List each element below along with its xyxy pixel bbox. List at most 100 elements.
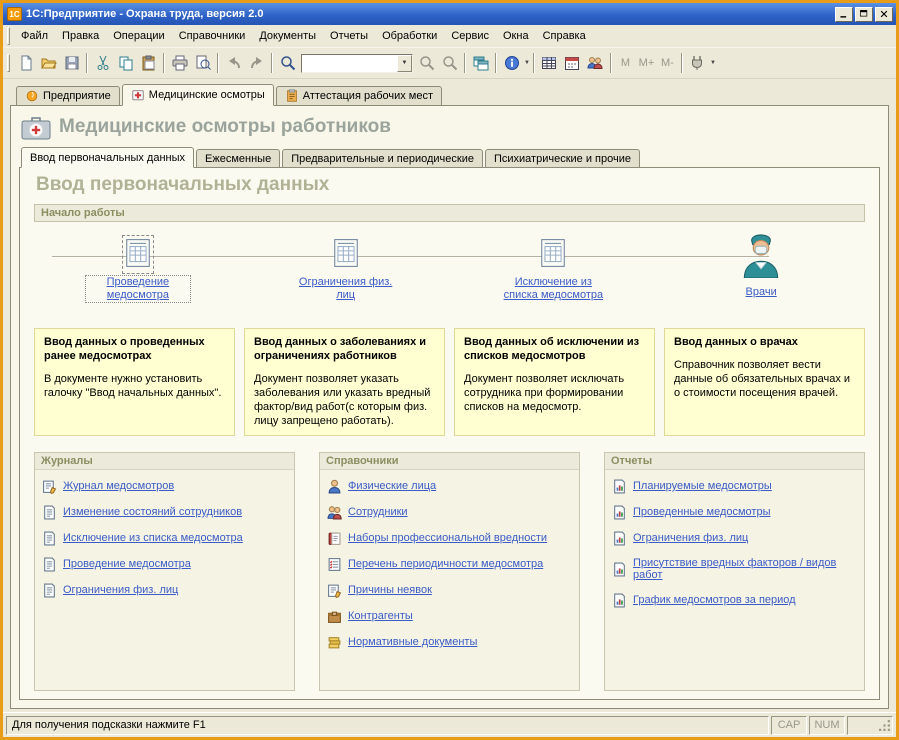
reference-link[interactable]: Сотрудники — [348, 506, 408, 519]
main-tabs: Предприятие Медицинские осмотры Аттестац… — [10, 84, 889, 106]
flow-link-restrictions[interactable]: Ограничения физ. лиц — [294, 276, 398, 302]
doctor-icon[interactable] — [740, 230, 782, 281]
reports-header: Отчеты — [605, 452, 864, 470]
subtab-per-shift[interactable]: Ежесменные — [196, 149, 281, 167]
menu-service[interactable]: Сервис — [444, 27, 496, 45]
list-item: Ограничения физ. лиц — [42, 583, 287, 598]
person-icon — [327, 479, 342, 494]
menubar: Файл Правка Операции Справочники Докумен… — [3, 25, 896, 48]
tip-dropdown-arrow[interactable]: ▼ — [710, 60, 716, 66]
list-item: Перечень периодичности медосмотра — [327, 557, 572, 572]
card-text: Документ позволяет исключать сотрудника … — [464, 372, 625, 413]
tab-medical-exams[interactable]: Медицинские осмотры — [121, 84, 274, 106]
info-dropdown-arrow[interactable]: ▼ — [524, 60, 530, 66]
toolbar-separator — [464, 53, 466, 73]
find-next-button[interactable] — [415, 52, 438, 74]
reference-link[interactable]: Причины неявок — [348, 584, 432, 597]
app-icon: 1С — [7, 7, 22, 21]
new-document-button[interactable] — [14, 52, 37, 74]
redo-button[interactable] — [245, 52, 268, 74]
menu-operations[interactable]: Операции — [106, 27, 171, 45]
report-link[interactable]: Проведенные медосмотры — [633, 506, 770, 519]
toolbar-grip[interactable] — [7, 54, 10, 72]
toolbar-separator — [609, 53, 612, 73]
users-button[interactable] — [584, 52, 607, 74]
maximize-icon — [859, 9, 869, 19]
document-icon[interactable] — [540, 238, 566, 271]
undo-button[interactable] — [222, 52, 245, 74]
page-header: Медицинские осмотры работников — [19, 110, 880, 147]
find-button[interactable] — [276, 52, 299, 74]
reference-link[interactable]: Нормативные документы — [348, 636, 477, 649]
cut-icon — [95, 55, 111, 71]
reference-link[interactable]: Перечень периодичности медосмотра — [348, 558, 543, 571]
tip-of-day-button[interactable] — [686, 52, 709, 74]
print-button[interactable] — [168, 52, 191, 74]
attestation-icon — [285, 89, 299, 103]
document-icon[interactable] — [121, 235, 154, 274]
copy-button[interactable] — [114, 52, 137, 74]
print-preview-icon — [195, 55, 211, 71]
card-title: Ввод данных о заболеваниях и ограничения… — [254, 336, 427, 362]
copy-window-button[interactable] — [469, 52, 492, 74]
calendar-button[interactable] — [561, 52, 584, 74]
reference-link[interactable]: Наборы профессиональной вредности — [348, 532, 547, 545]
save-button[interactable] — [60, 52, 83, 74]
print-preview-button[interactable] — [191, 52, 214, 74]
memory-minus-button[interactable]: M- — [657, 53, 678, 73]
minimize-button[interactable] — [835, 6, 853, 22]
menu-documents[interactable]: Документы — [252, 27, 323, 45]
report-link[interactable]: График медосмотров за период — [633, 594, 796, 607]
memory-recall-button[interactable]: M — [615, 53, 636, 73]
menu-edit[interactable]: Правка — [55, 27, 106, 45]
table-button[interactable] — [538, 52, 561, 74]
open-button[interactable] — [37, 52, 60, 74]
resize-grip[interactable] — [847, 715, 893, 735]
report-icon — [612, 562, 627, 577]
report-link[interactable]: Присутствие вредных факторов / видов раб… — [633, 557, 857, 582]
menubar-grip[interactable] — [7, 27, 10, 45]
journal-link[interactable]: Журнал медосмотров — [63, 480, 174, 493]
document-icon[interactable] — [333, 238, 359, 271]
close-button[interactable] — [875, 6, 893, 22]
menu-references[interactable]: Справочники — [172, 27, 253, 45]
tab-enterprise[interactable]: Предприятие — [16, 86, 120, 105]
journal-link[interactable]: Исключение из списка медосмотра — [63, 532, 243, 545]
info-button[interactable] — [500, 52, 523, 74]
reference-link[interactable]: Физические лица — [348, 480, 436, 493]
cut-button[interactable] — [91, 52, 114, 74]
app-window: 1С 1С:Предприятие - Охрана труда, версия… — [0, 0, 899, 740]
report-icon — [612, 505, 627, 520]
report-link[interactable]: Планируемые медосмотры — [633, 480, 772, 493]
subtab-psychiatric-other[interactable]: Психиатрические и прочие — [484, 149, 640, 167]
tab-workplace-attestation[interactable]: Аттестация рабочих мест — [275, 86, 443, 105]
menu-file[interactable]: Файл — [14, 27, 55, 45]
find-previous-button[interactable] — [438, 52, 461, 74]
flow-link-doctors[interactable]: Врачи — [746, 286, 777, 299]
find-next-icon — [419, 55, 435, 71]
search-icon — [280, 55, 296, 71]
journal-link[interactable]: Проведение медосмотра — [63, 558, 191, 571]
search-dropdown-button[interactable]: ▼ — [397, 54, 412, 72]
menu-windows[interactable]: Окна — [496, 27, 536, 45]
card-exclusion-lists: Ввод данных об исключении из списков мед… — [454, 328, 655, 436]
toolbar: ▼ ▼ M M+ M- ▼ — [3, 48, 896, 79]
subtab-preliminary-periodic[interactable]: Предварительные и периодические — [282, 149, 483, 167]
menu-processing[interactable]: Обработки — [375, 27, 444, 45]
flow-link-exclusion[interactable]: Исключение из списка медосмотра — [501, 276, 605, 302]
journal-link[interactable]: Изменение состояний сотрудников — [63, 506, 242, 519]
paste-button[interactable] — [137, 52, 160, 74]
flow-link-exam[interactable]: Проведение медосмотра — [84, 274, 191, 304]
memory-plus-button[interactable]: M+ — [636, 53, 657, 73]
maximize-button[interactable] — [855, 6, 873, 22]
menu-help[interactable]: Справка — [536, 27, 593, 45]
statusbar: Для получения подсказки нажмите F1 CAP N… — [3, 712, 896, 737]
subtab-initial-data[interactable]: Ввод первоначальных данных — [21, 147, 195, 168]
menu-reports[interactable]: Отчеты — [323, 27, 375, 45]
journal-link[interactable]: Ограничения физ. лиц — [63, 584, 178, 597]
search-input[interactable] — [302, 54, 397, 72]
reference-link[interactable]: Контрагенты — [348, 610, 413, 623]
windows-icon — [473, 55, 489, 71]
report-link[interactable]: Ограничения физ. лиц — [633, 532, 748, 545]
card-title: Ввод данных об исключении из списков мед… — [464, 336, 640, 362]
